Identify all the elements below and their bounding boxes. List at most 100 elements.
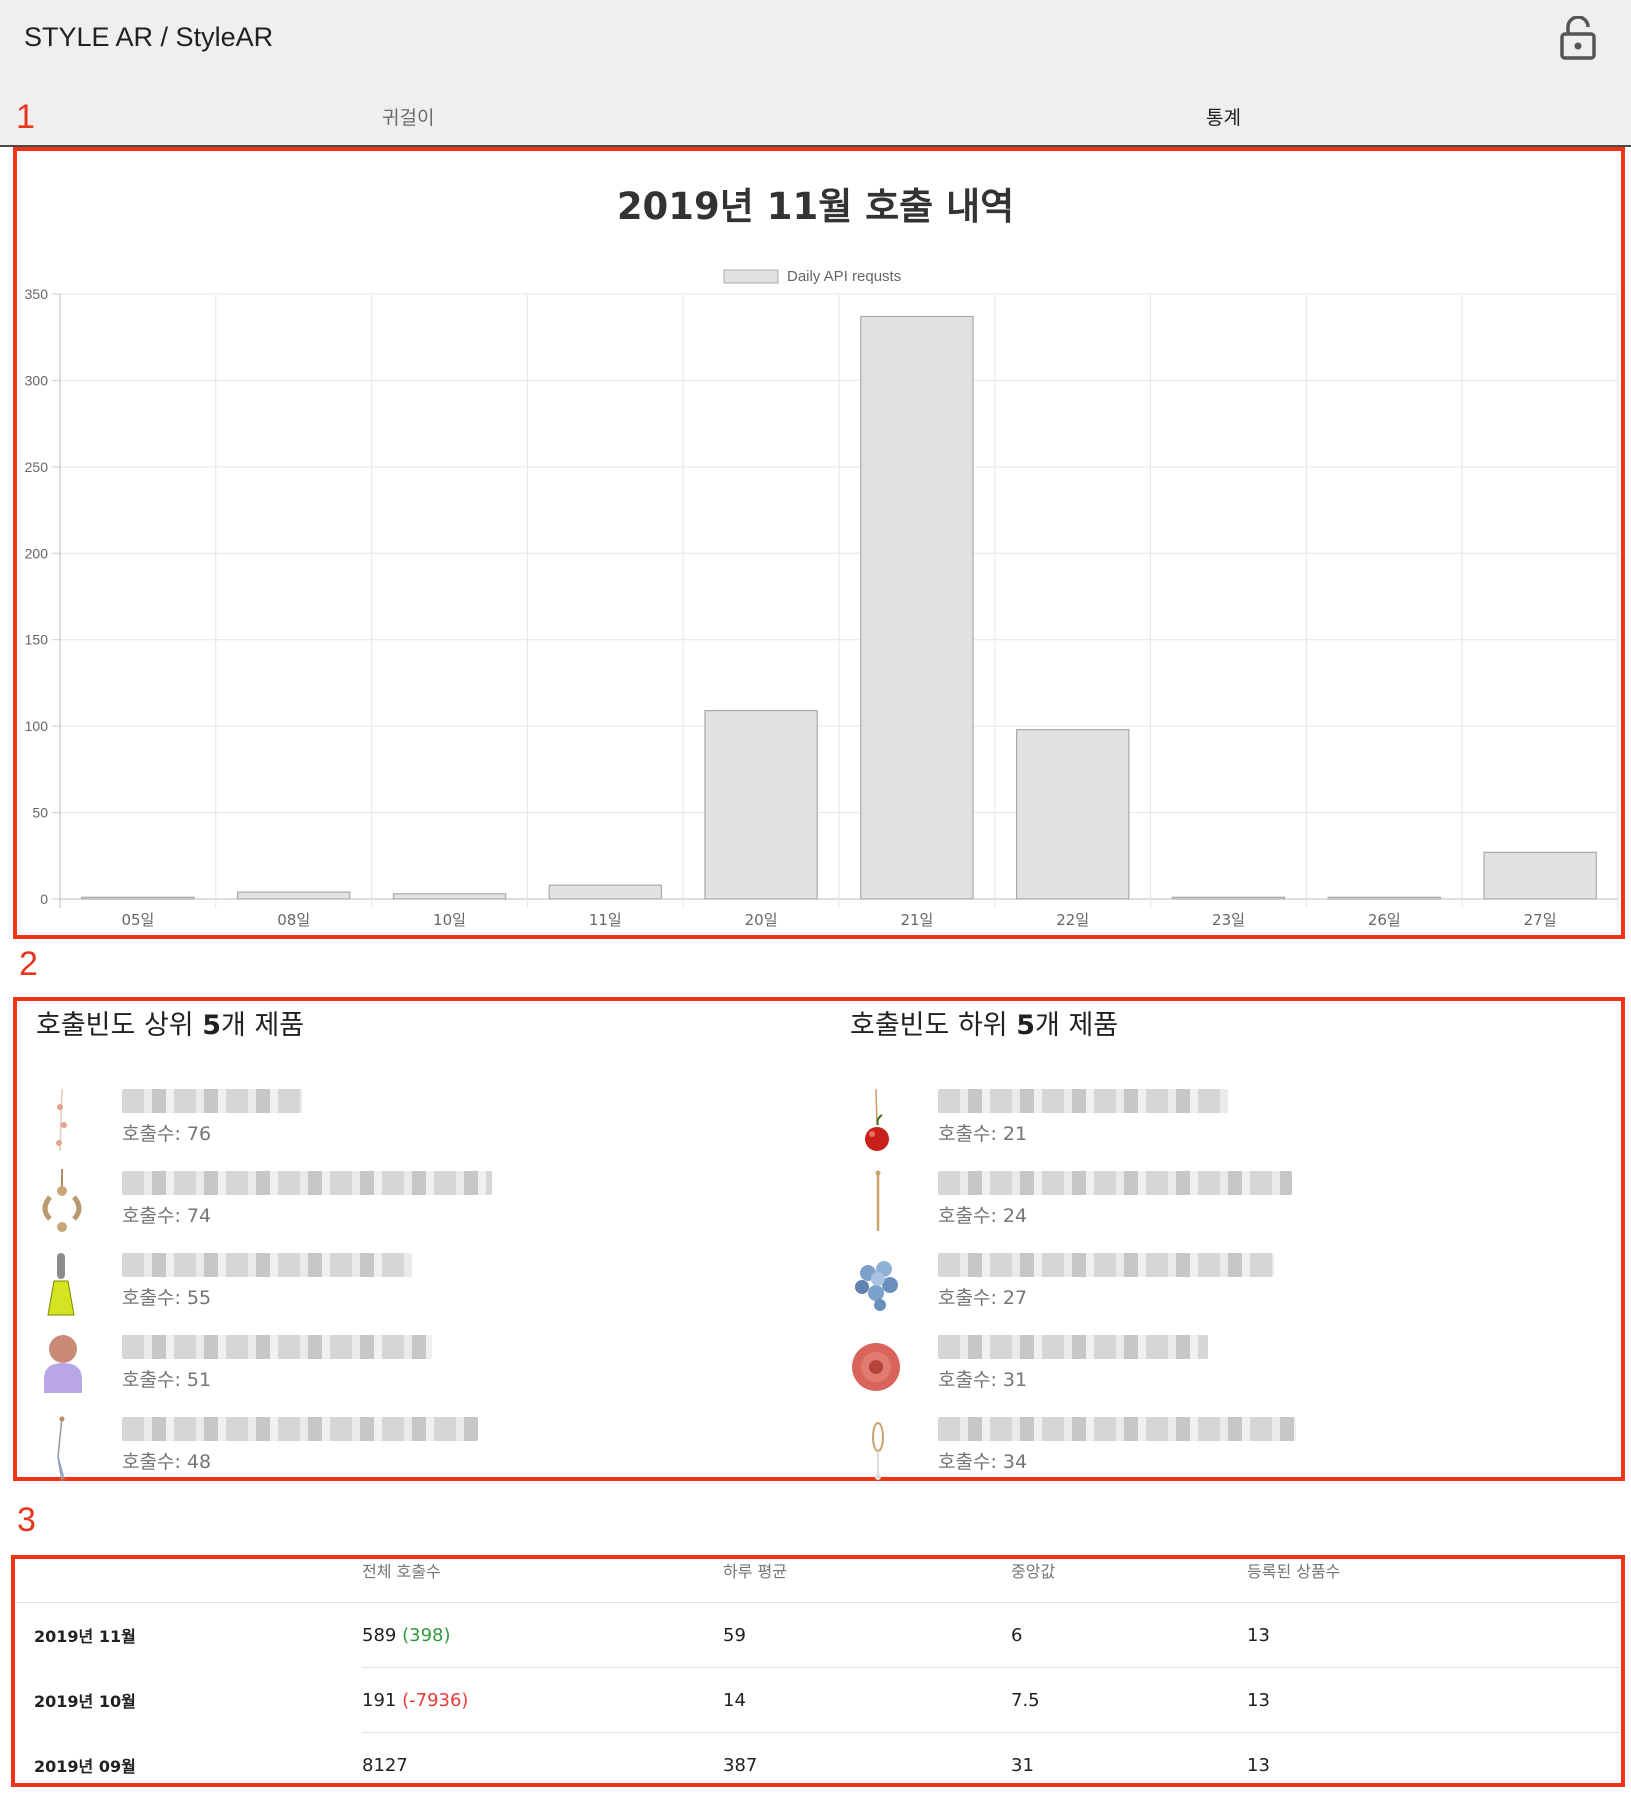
- list-item[interactable]: 호출수: 27: [846, 1249, 1406, 1319]
- bar-11일: [548, 884, 662, 900]
- table-row: 2019년 11월 589 (398) 59 6 13: [16, 1602, 1620, 1668]
- bar-22일: [1016, 728, 1130, 900]
- blue-flower-earring-icon: [855, 1261, 898, 1311]
- stats-table: 전체 호출수 하루 평균 중앙값 등록된 상품수 2019년 11월 589 (…: [16, 1558, 1620, 1797]
- list-item[interactable]: 호출수: 31: [846, 1331, 1406, 1401]
- bar-20일: [704, 709, 818, 900]
- median: 6: [1011, 1602, 1247, 1668]
- y-tick-label: 150: [25, 632, 49, 648]
- bar-26일: [1327, 896, 1441, 900]
- x-tick-label: 26일: [1368, 911, 1401, 929]
- hoop-earring-icon: [872, 1422, 884, 1480]
- product-name-redacted: [938, 1335, 1208, 1359]
- bar-05일: [81, 896, 195, 900]
- registered-items: 13: [1247, 1667, 1620, 1733]
- app-root: STYLE AR / StyleAR 귀걸이 통계 1 2 3 2019년 11…: [0, 0, 1631, 1805]
- list-item[interactable]: 호출수: 24: [846, 1167, 1406, 1237]
- list-item[interactable]: 호출수: 21: [846, 1085, 1406, 1155]
- header-registered-items: 등록된 상품수: [1247, 1562, 1341, 1581]
- product-name-redacted: [122, 1253, 412, 1277]
- marker-3: 3: [17, 1501, 36, 1539]
- call-count: 호출수: 27: [938, 1287, 1028, 1309]
- product-name-redacted: [938, 1171, 1292, 1195]
- dangle-earring-icon: [56, 1088, 67, 1152]
- table-header-row: 전체 호출수 하루 평균 중앙값 등록된 상품수: [16, 1558, 1620, 1603]
- call-count: 호출수: 55: [122, 1287, 212, 1309]
- x-tick-label: 05일: [121, 911, 154, 929]
- x-tick-label: 11일: [589, 911, 622, 929]
- legend-label: Daily API requsts: [787, 268, 901, 285]
- call-count: 호출수: 31: [938, 1369, 1028, 1391]
- legend-swatch: [723, 269, 779, 284]
- yellow-drop-earring-icon: [47, 1253, 75, 1316]
- call-count: 호출수: 74: [122, 1205, 212, 1227]
- delta-down: (-7936): [402, 1689, 469, 1711]
- y-tick-label: 300: [25, 372, 49, 388]
- y-tick-label: 50: [32, 805, 48, 821]
- total-calls: 8127: [362, 1732, 723, 1797]
- median: 31: [1011, 1732, 1247, 1797]
- y-tick-label: 200: [25, 545, 49, 561]
- daily-avg: 387: [723, 1732, 1011, 1797]
- bar-08일: [237, 891, 351, 900]
- red-rose-earring-icon: [852, 1343, 900, 1391]
- row-label: 2019년 09월: [34, 1756, 136, 1776]
- y-tick-label: 350: [25, 286, 49, 302]
- product-name-redacted: [122, 1335, 432, 1359]
- x-tick-label: 27일: [1524, 911, 1557, 929]
- median: 7.5: [1011, 1667, 1247, 1733]
- marker-2: 2: [19, 945, 38, 983]
- call-count: 호출수: 24: [938, 1205, 1028, 1227]
- registered-items: 13: [1247, 1602, 1620, 1668]
- products-section-box: [13, 997, 1625, 1481]
- header-total-calls: 전체 호출수: [362, 1562, 441, 1581]
- product-name-redacted: [938, 1417, 1296, 1441]
- thread-earring-icon: [57, 1416, 65, 1482]
- delta-up: (398): [402, 1624, 451, 1646]
- call-count: 호출수: 34: [938, 1451, 1028, 1473]
- row-label: 2019년 11월: [16, 1602, 362, 1668]
- x-tick-label: 22일: [1056, 911, 1089, 929]
- call-count: 호출수: 48: [122, 1451, 212, 1473]
- table-row: 2019년 09월 8127 387 31 13: [16, 1732, 1620, 1797]
- x-tick-label: 08일: [277, 911, 310, 929]
- list-item[interactable]: 호출수: 74: [30, 1167, 590, 1237]
- gold-bar-earring-icon: [875, 1170, 881, 1231]
- list-item[interactable]: 호출수: 55: [30, 1249, 590, 1319]
- header-median: 중앙값: [1011, 1562, 1056, 1581]
- chanel-earring-icon: [42, 1169, 82, 1232]
- header-daily-avg: 하루 평균: [723, 1562, 787, 1581]
- header-empty: [16, 1558, 362, 1603]
- product-name-redacted: [122, 1089, 302, 1113]
- bar-10일: [392, 893, 507, 900]
- total-calls: 589 (398): [362, 1602, 723, 1668]
- bottom5-heading: 호출빈도 하위 5개 제품: [850, 1010, 1119, 1041]
- product-name-redacted: [122, 1171, 492, 1195]
- call-count: 호출수: 51: [122, 1369, 212, 1391]
- bar-21일: [860, 315, 974, 900]
- x-tick-label: 10일: [433, 911, 466, 929]
- list-item[interactable]: 호출수: 48: [30, 1413, 590, 1483]
- product-name-redacted: [938, 1253, 1274, 1277]
- list-item[interactable]: 호출수: 34: [846, 1413, 1406, 1483]
- registered-items: 13: [1247, 1732, 1620, 1797]
- call-count: 호출수: 76: [122, 1123, 212, 1145]
- call-count: 호출수: 21: [938, 1123, 1028, 1145]
- bar-27일: [1483, 851, 1597, 900]
- product-name-redacted: [938, 1089, 1228, 1113]
- cherry-earring-icon: [865, 1088, 889, 1151]
- list-item[interactable]: 호출수: 76: [30, 1085, 590, 1155]
- lilac-ball-earring-icon: [44, 1335, 82, 1393]
- total-calls: 191 (-7936): [362, 1667, 723, 1733]
- y-tick-label: 250: [25, 459, 49, 475]
- bar-chart: Daily API requsts 0 50 100 150 200 250 300 350 05…: [25, 268, 1619, 929]
- product-name-redacted: [122, 1417, 478, 1441]
- table-row: 2019년 10월 191 (-7936) 14 7.5 13: [16, 1667, 1620, 1733]
- x-tick-label: 21일: [900, 911, 933, 929]
- x-tick-label: 20일: [745, 911, 778, 929]
- top5-heading: 호출빈도 상위 5개 제품: [36, 1010, 305, 1041]
- y-tick-label: 100: [25, 718, 49, 734]
- list-item[interactable]: 호출수: 51: [30, 1331, 590, 1401]
- daily-avg: 14: [723, 1667, 1011, 1733]
- bar-23일: [1171, 896, 1286, 900]
